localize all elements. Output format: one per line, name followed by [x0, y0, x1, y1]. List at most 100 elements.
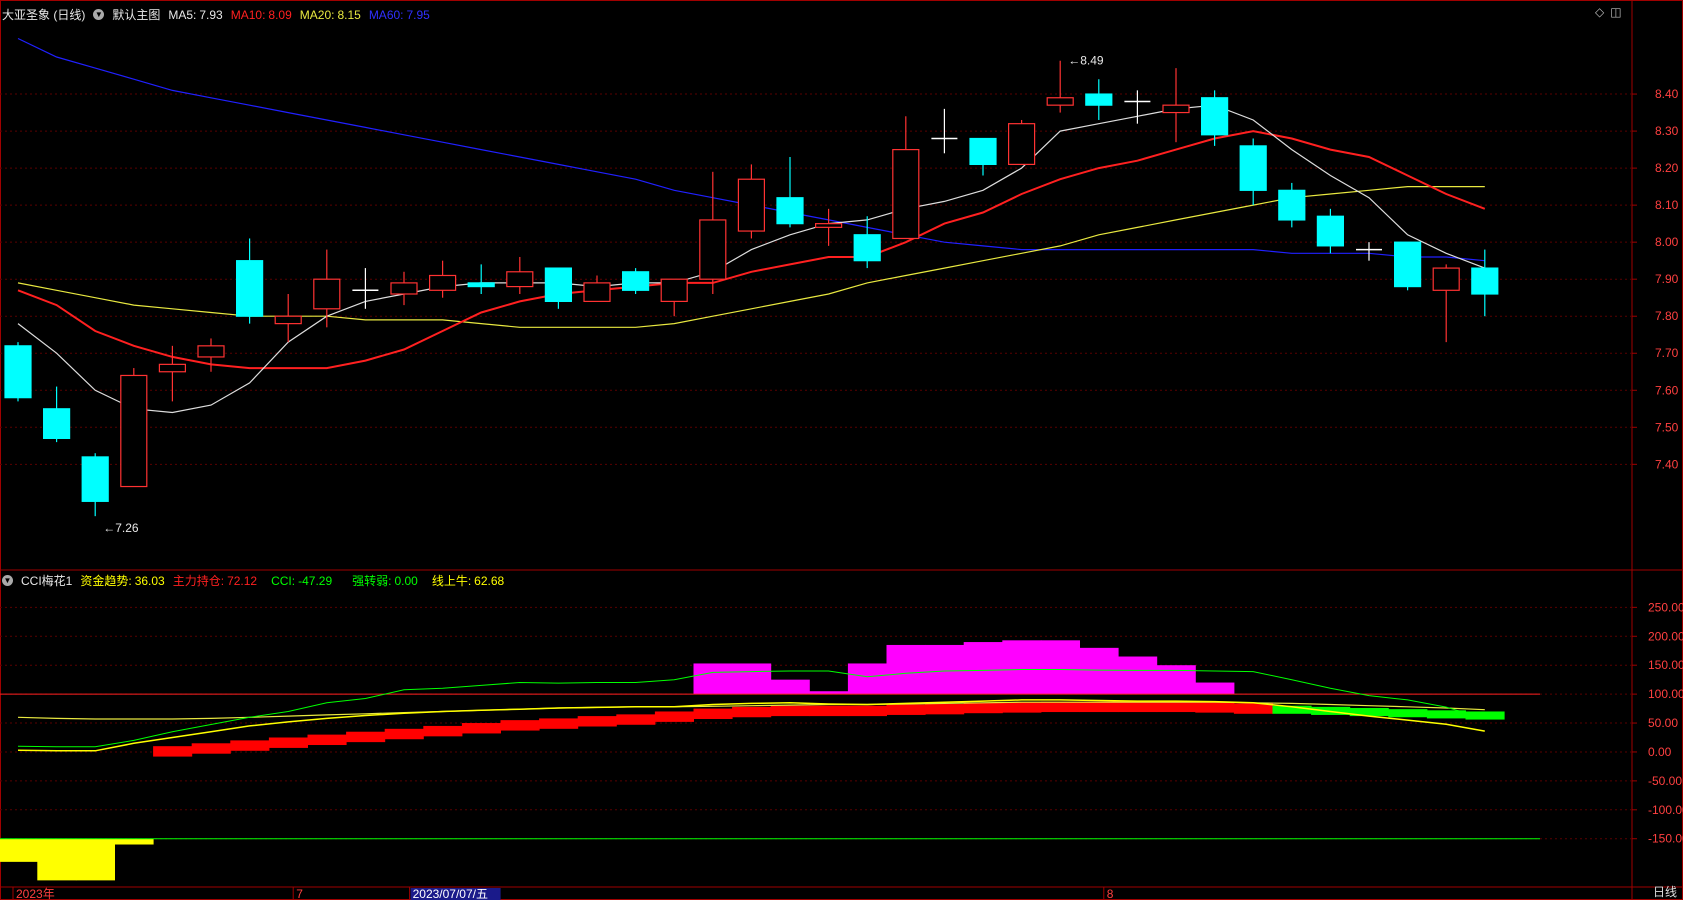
yellow-bar: [0, 838, 38, 862]
magenta-bar: [770, 679, 810, 695]
main-header: 大亚圣象 (日线) ▼ 默认主图 MA5: 7.93 MA10: 8.09 MA…: [2, 6, 438, 23]
magenta-bar: [732, 663, 772, 695]
line-bull-label: 线上牛:: [431, 574, 472, 588]
red-band-bar: [1002, 702, 1042, 713]
price-annotation: ←8.49: [1068, 54, 1104, 68]
x-axis-label: 2023年: [16, 887, 55, 900]
main-tick-label: 8.30: [1655, 124, 1679, 138]
red-band-bar: [1118, 701, 1158, 713]
main-tick-label: 8.20: [1655, 161, 1679, 175]
candle-body: [1007, 123, 1036, 166]
candle-body: [4, 345, 32, 399]
candle-body: [274, 315, 302, 325]
cci-value: -47.29: [298, 573, 333, 588]
candle-body: [390, 282, 418, 295]
ma60-label: MA60:: [368, 7, 404, 22]
candle-body: [1046, 97, 1074, 106]
magenta-bar: [1002, 640, 1042, 695]
magenta-bar: [1156, 665, 1196, 695]
indicator-tick-label: 0.00: [1648, 745, 1672, 759]
indicator-header: ▼ CCI梅花1 资金趋势: 36.03 主力持仓: 72.12 CCI: -4…: [2, 572, 512, 589]
red-band-bar: [346, 731, 386, 743]
candle-body: [197, 345, 225, 358]
red-band-bar: [191, 743, 231, 754]
indicator-tick-label: 100.00: [1648, 687, 1683, 701]
ma10-value: 8.09: [268, 7, 292, 22]
candle-body: [1471, 267, 1499, 295]
ma5-label: MA5:: [168, 7, 197, 22]
candle-body: [120, 374, 148, 488]
x-axis-label: 8: [1107, 887, 1114, 900]
red-band-bar: [963, 702, 1003, 714]
outer-frame: [0, 0, 1683, 900]
collapse-icon[interactable]: ▼: [93, 9, 105, 20]
ma20-label: MA20:: [299, 7, 335, 22]
ma60-value: 7.95: [406, 7, 430, 22]
candle-body: [506, 271, 534, 288]
window-toggle-icon[interactable]: ◫: [1610, 5, 1621, 19]
indicator-tick-label: -50.00: [1648, 774, 1682, 788]
main-tick-label: 7.90: [1655, 272, 1679, 286]
ma5-value: 7.93: [199, 7, 223, 22]
magenta-bar: [963, 642, 1003, 695]
candle-body: [814, 223, 843, 228]
main-tick-label: 8.10: [1655, 198, 1679, 212]
magenta-bar: [847, 663, 887, 695]
main-tick-label: 8.00: [1655, 235, 1679, 249]
yellow-bar: [114, 838, 154, 845]
candle-body: [621, 271, 650, 291]
magenta-bar: [925, 644, 965, 695]
red-band-bar: [500, 720, 540, 731]
top-right-icons: ◇ ◫: [1595, 5, 1622, 19]
candle-body: [892, 148, 920, 240]
main-tick-label: 7.80: [1655, 309, 1679, 323]
red-band-bar: [539, 718, 579, 729]
indicator-tick-label: 50.00: [1648, 716, 1678, 730]
main-position-value: 72.12: [227, 573, 258, 588]
candle-body: [429, 274, 457, 291]
red-band-bar: [461, 723, 501, 734]
stock-chart[interactable]: 7.40 7.50 7.60 7.70 7.80 7.90 8.00 8.10 8.20 8.30…: [0, 0, 1683, 900]
candle-body: [1085, 93, 1113, 106]
indicator-title[interactable]: CCI梅花1: [21, 572, 72, 589]
indicator-tick-label: 150.00: [1648, 658, 1683, 672]
candle-body: [737, 178, 766, 232]
red-band-bar: [230, 740, 270, 751]
template-name[interactable]: 默认主图: [112, 6, 160, 23]
period-button[interactable]: 日线: [1653, 883, 1677, 900]
indicator-tick-label: -100.00: [1648, 803, 1683, 817]
candle-body: [1393, 241, 1422, 288]
candle-body: [1278, 189, 1306, 221]
green-band-bar: [1388, 709, 1428, 718]
main-position-label: 主力持仓:: [172, 574, 225, 588]
red-band-bar: [268, 737, 308, 748]
candle-body: [158, 363, 186, 373]
magenta-bar: [1040, 640, 1080, 695]
red-band-bar: [847, 705, 887, 717]
indicator-tick-label: 200.00: [1648, 629, 1683, 643]
collapse-icon[interactable]: ▼: [2, 575, 13, 586]
candle-body: [1200, 97, 1229, 136]
stock-title: 大亚圣象 (日线): [2, 8, 86, 22]
green-band-bar: [1465, 711, 1505, 720]
candle-body: [544, 267, 573, 303]
red-band-bar: [384, 728, 424, 740]
red-band-bar: [1079, 701, 1119, 713]
candle-body: [776, 197, 804, 225]
magenta-bar: [886, 644, 926, 695]
main-tick-label: 7.60: [1655, 383, 1679, 397]
ma20-value: 8.15: [337, 7, 361, 22]
price-annotation: ←7.26: [103, 521, 139, 535]
diamond-icon[interactable]: ◇: [1595, 5, 1604, 19]
candle-body: [236, 260, 264, 317]
line-bull-value: 62.68: [474, 573, 505, 588]
x-axis-label: 7: [296, 887, 303, 900]
magenta-bar: [1079, 647, 1119, 695]
fund-trend-label: 资金趋势:: [80, 574, 132, 588]
magenta-bar: [1195, 682, 1235, 695]
red-band-bar: [153, 746, 193, 757]
candle-body: [467, 282, 495, 288]
main-tick-label: 7.50: [1655, 420, 1679, 434]
main-tick-label: 7.40: [1655, 457, 1679, 471]
main-tick-label: 8.40: [1655, 87, 1679, 101]
